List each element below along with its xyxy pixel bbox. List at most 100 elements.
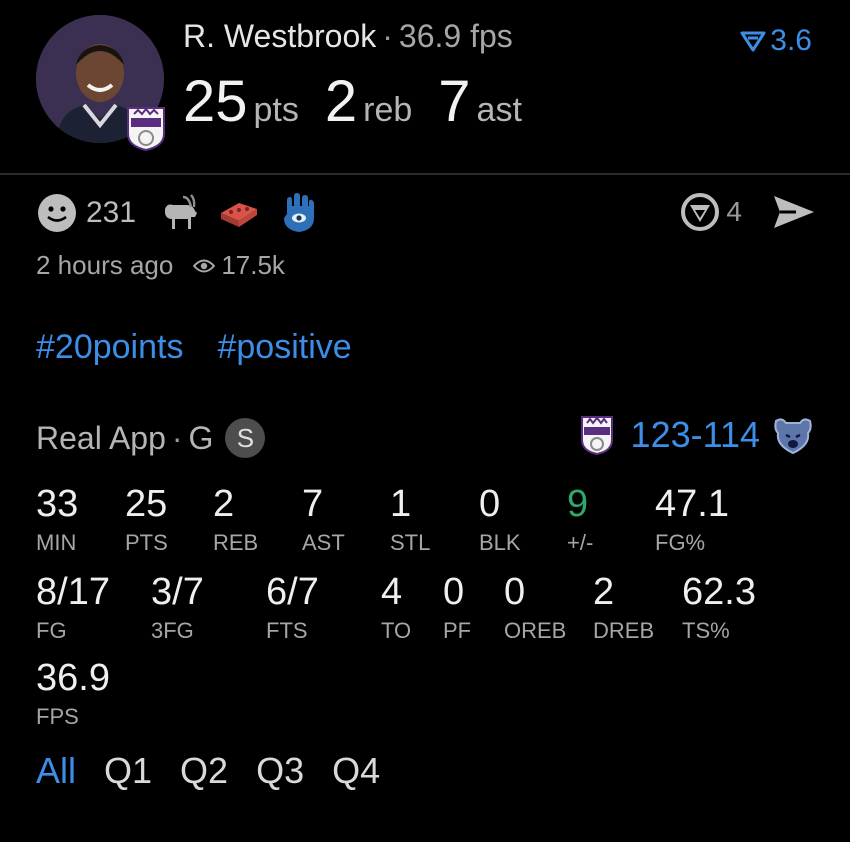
source-separator: · xyxy=(171,419,183,456)
stat-label: 3FG xyxy=(151,618,194,643)
stat-fts: 6/7 FTS xyxy=(266,572,319,644)
goat-icon[interactable] xyxy=(156,192,202,234)
stat-value: 1 xyxy=(390,483,412,525)
stat-pts: 25 PTS xyxy=(125,484,168,556)
stat-ts-pct: 62.3 TS% xyxy=(682,572,756,644)
stat-label: STL xyxy=(390,530,431,555)
rating-badge[interactable]: 3.6 xyxy=(740,24,812,58)
stat-value: 3/7 xyxy=(151,571,204,613)
headline-stats: 25 pts 2 reb 7 ast xyxy=(183,68,548,135)
stat-source: Real App · G S xyxy=(36,418,266,458)
stat-value: 2 xyxy=(593,571,615,613)
stat-label: MIN xyxy=(36,530,77,555)
assists-value: 7 xyxy=(438,69,471,134)
stat-value: 47.1 xyxy=(655,483,729,525)
stat-reb: 2 REB xyxy=(213,484,258,556)
points-unit: pts xyxy=(253,91,299,129)
view-count-value: 17.5k xyxy=(221,250,285,280)
stat-label: TO xyxy=(381,618,412,643)
player-header: R. Westbrook · 36.9 fps 25 pts 2 reb 7 ast 3.… xyxy=(0,0,850,175)
stat-fg: 8/17 FG xyxy=(36,572,110,644)
stat-value: 36.9 xyxy=(36,657,110,699)
status-badge: S xyxy=(225,418,266,458)
tab-q4[interactable]: Q4 xyxy=(332,750,380,792)
hashtag-positive[interactable]: #positive xyxy=(217,328,351,367)
stat-to: 4 TO xyxy=(381,572,411,644)
stat-value: 0 xyxy=(504,571,526,613)
comment-icon[interactable] xyxy=(680,192,720,232)
stat-label: FPS xyxy=(36,704,79,729)
eye-icon xyxy=(193,259,216,272)
stat-plus-minus: 9 +/- xyxy=(567,484,593,556)
stat-label: FG% xyxy=(655,530,706,555)
stat-label: PTS xyxy=(125,530,168,555)
rating-value: 3.6 xyxy=(770,24,812,57)
stat-label: DREB xyxy=(593,618,655,643)
kings-logo-icon xyxy=(580,416,613,456)
tab-q2[interactable]: Q2 xyxy=(180,750,228,792)
player-fps: 36.9 fps xyxy=(398,18,513,54)
source-app: Real App xyxy=(36,419,166,456)
post-time: 2 hours ago xyxy=(36,250,174,280)
stat-label: BLK xyxy=(479,530,521,555)
post-meta: 2 hours ago 17.5k xyxy=(36,250,285,281)
rebounds-value: 2 xyxy=(324,69,358,134)
reactions-bar: 231 xyxy=(36,192,336,234)
share-icon[interactable] xyxy=(772,194,816,230)
hashtag-20points[interactable]: #20points xyxy=(36,328,183,367)
comment-count: 4 xyxy=(726,196,742,227)
rebounds-unit: reb xyxy=(363,91,413,129)
stat-blk: 0 BLK xyxy=(479,484,521,556)
post-actions: 4 xyxy=(680,192,816,232)
hashtag-list: #20points #positive xyxy=(36,328,386,367)
smiley-icon[interactable] xyxy=(36,192,78,234)
stat-label: TS% xyxy=(682,618,730,643)
stat-value: 62.3 xyxy=(682,571,756,613)
stat-dreb: 2 DREB xyxy=(593,572,654,644)
brick-icon[interactable] xyxy=(216,192,262,234)
reaction-count: 231 xyxy=(86,196,137,229)
stat-value: 2 xyxy=(213,483,235,525)
assists-unit: ast xyxy=(476,91,522,129)
stat-fps: 36.9 FPS xyxy=(36,658,110,730)
stat-pf: 0 PF xyxy=(443,572,471,644)
stat-value: 6/7 xyxy=(266,571,319,613)
stat-value: 8/17 xyxy=(36,571,110,613)
game-score: 123-114 xyxy=(630,414,760,455)
stat-label: OREB xyxy=(504,618,567,643)
stat-value: 25 xyxy=(125,483,168,525)
stat-label: +/- xyxy=(567,530,594,555)
stat-ast: 7 AST xyxy=(302,484,345,556)
name-separator: · xyxy=(382,18,393,54)
stat-value: 0 xyxy=(443,571,465,613)
stat-stl: 1 STL xyxy=(390,484,430,556)
stat-fg-pct: 47.1 FG% xyxy=(655,484,729,556)
game-result[interactable]: 123-114 xyxy=(579,414,814,456)
hamsa-icon[interactable] xyxy=(276,192,322,234)
stat-oreb: 0 OREB xyxy=(504,572,566,644)
kings-logo-icon xyxy=(124,104,168,152)
stat-value: 7 xyxy=(302,483,324,525)
stat-value: 4 xyxy=(381,571,403,613)
player-name[interactable]: R. Westbrook xyxy=(183,18,376,54)
view-count: 17.5k xyxy=(193,250,285,281)
stat-label: FTS xyxy=(266,618,308,643)
stat-label: FG xyxy=(36,618,67,643)
player-name-line: R. Westbrook · 36.9 fps xyxy=(183,18,513,55)
stat-3fg: 3/7 3FG xyxy=(151,572,204,644)
stat-label: AST xyxy=(302,530,345,555)
points-value: 25 xyxy=(183,69,248,134)
stat-label: REB xyxy=(213,530,259,555)
stat-min: 33 MIN xyxy=(36,484,78,556)
stat-value: 33 xyxy=(36,483,79,525)
period-tabs: All Q1 Q2 Q3 Q4 xyxy=(36,750,408,792)
stat-label: PF xyxy=(443,618,472,643)
player-position: G xyxy=(188,419,214,456)
grizzlies-logo-icon xyxy=(774,418,812,455)
stat-value: 0 xyxy=(479,483,501,525)
tab-q3[interactable]: Q3 xyxy=(256,750,304,792)
tab-all[interactable]: All xyxy=(36,750,76,792)
tab-q1[interactable]: Q1 xyxy=(104,750,152,792)
stat-value: 9 xyxy=(567,483,589,525)
rating-triangle-icon xyxy=(740,31,766,52)
